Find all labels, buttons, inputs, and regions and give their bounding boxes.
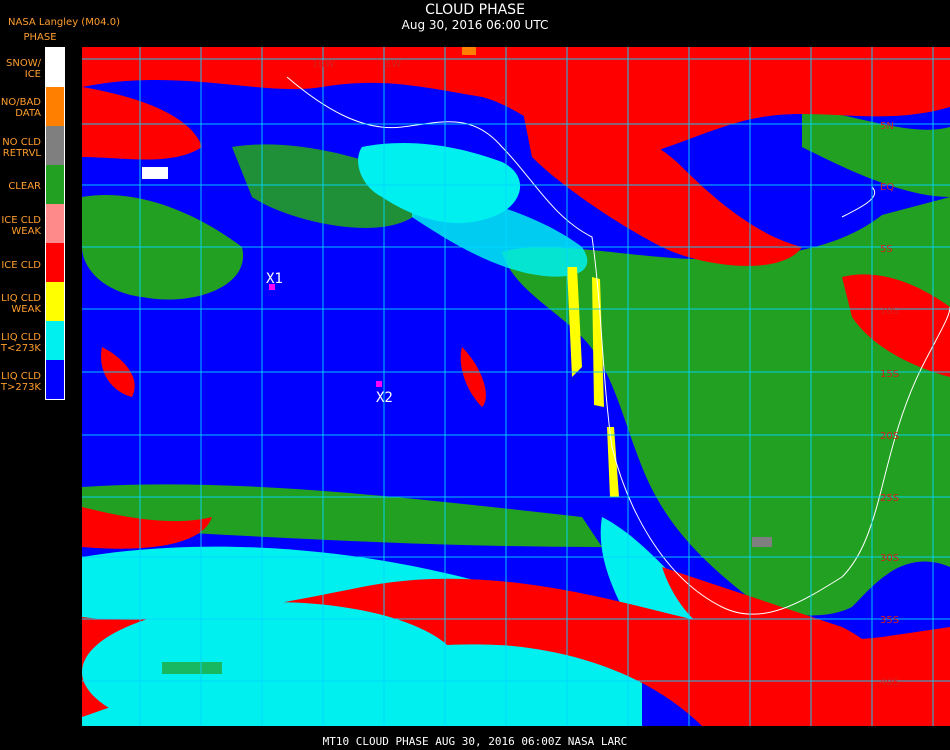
swatch-snow-ice (46, 48, 64, 87)
swatch-ice-cloud-weak (46, 204, 64, 243)
swatch-liquid-cloud-warm (46, 360, 64, 399)
clear-speck-swirl (162, 662, 222, 674)
lat-label: 5S (880, 244, 893, 255)
swatch-ice-cloud (46, 243, 64, 282)
swatch-no-data (46, 87, 64, 126)
chart-title: CLOUD PHASE (425, 2, 525, 18)
swatch-no-cloud-retrieval (46, 126, 64, 165)
lon-label: 10W (312, 59, 335, 70)
legend-title: PHASE (23, 32, 57, 43)
no-data-speck (462, 47, 476, 55)
lat-label: 30S (880, 553, 899, 564)
lon-label: 5W (385, 59, 401, 70)
lat-label: 35S (880, 615, 899, 626)
footer-caption: MT10 CLOUD PHASE AUG 30, 2016 06:00Z NAS… (322, 735, 628, 748)
legend-label-liquid-cloud-weak: LIQ CLD WEAK (1, 293, 41, 315)
legend-label-snow-ice: SNOW/ ICE (6, 58, 41, 80)
swatch-liquid-cloud-weak (46, 282, 64, 321)
chart-subtitle: Aug 30, 2016 06:00 UTC (401, 18, 549, 32)
legend-label-ice-cloud: ICE CLD (1, 260, 41, 271)
lat-label: 25S (880, 493, 899, 504)
swatch-clear (46, 165, 64, 204)
lat-label: EQ (880, 182, 894, 193)
lat-label: 5N (880, 121, 894, 132)
legend-label-ice-cloud-weak: ICE CLD WEAK (1, 215, 41, 237)
legend-label-clear: CLEAR (8, 181, 41, 192)
lat-label: 20S (880, 431, 899, 442)
legend-label-no-data: NO/BAD DATA (0, 97, 41, 119)
marker-label-x1: X1 (266, 271, 283, 287)
legend-colorbar (45, 47, 65, 400)
marker-label-x2: X2 (376, 390, 393, 406)
source-label: NASA Langley (M04.0) (8, 17, 120, 28)
lat-label: 10S (880, 306, 899, 317)
marker-x2[interactable] (376, 381, 382, 387)
snow-ice-speck (142, 167, 168, 179)
legend-label-liquid-cloud-cold: LIQ CLD T<273K (0, 332, 41, 354)
cloud-phase-map[interactable]: 10W 5W 5N EQ 5S 10S 15S 20S 25S 30S 35S … (82, 47, 950, 726)
no-retrieval-speck (752, 537, 772, 547)
swatch-liquid-cloud-cold (46, 321, 64, 360)
legend-label-no-cloud-retrieval: NO CLD RETRVL (2, 137, 41, 159)
legend-label-liquid-cloud-warm: LIQ CLD T>273K (0, 371, 41, 393)
lat-label: 15S (880, 369, 899, 380)
lat-label: 40S (880, 677, 899, 688)
